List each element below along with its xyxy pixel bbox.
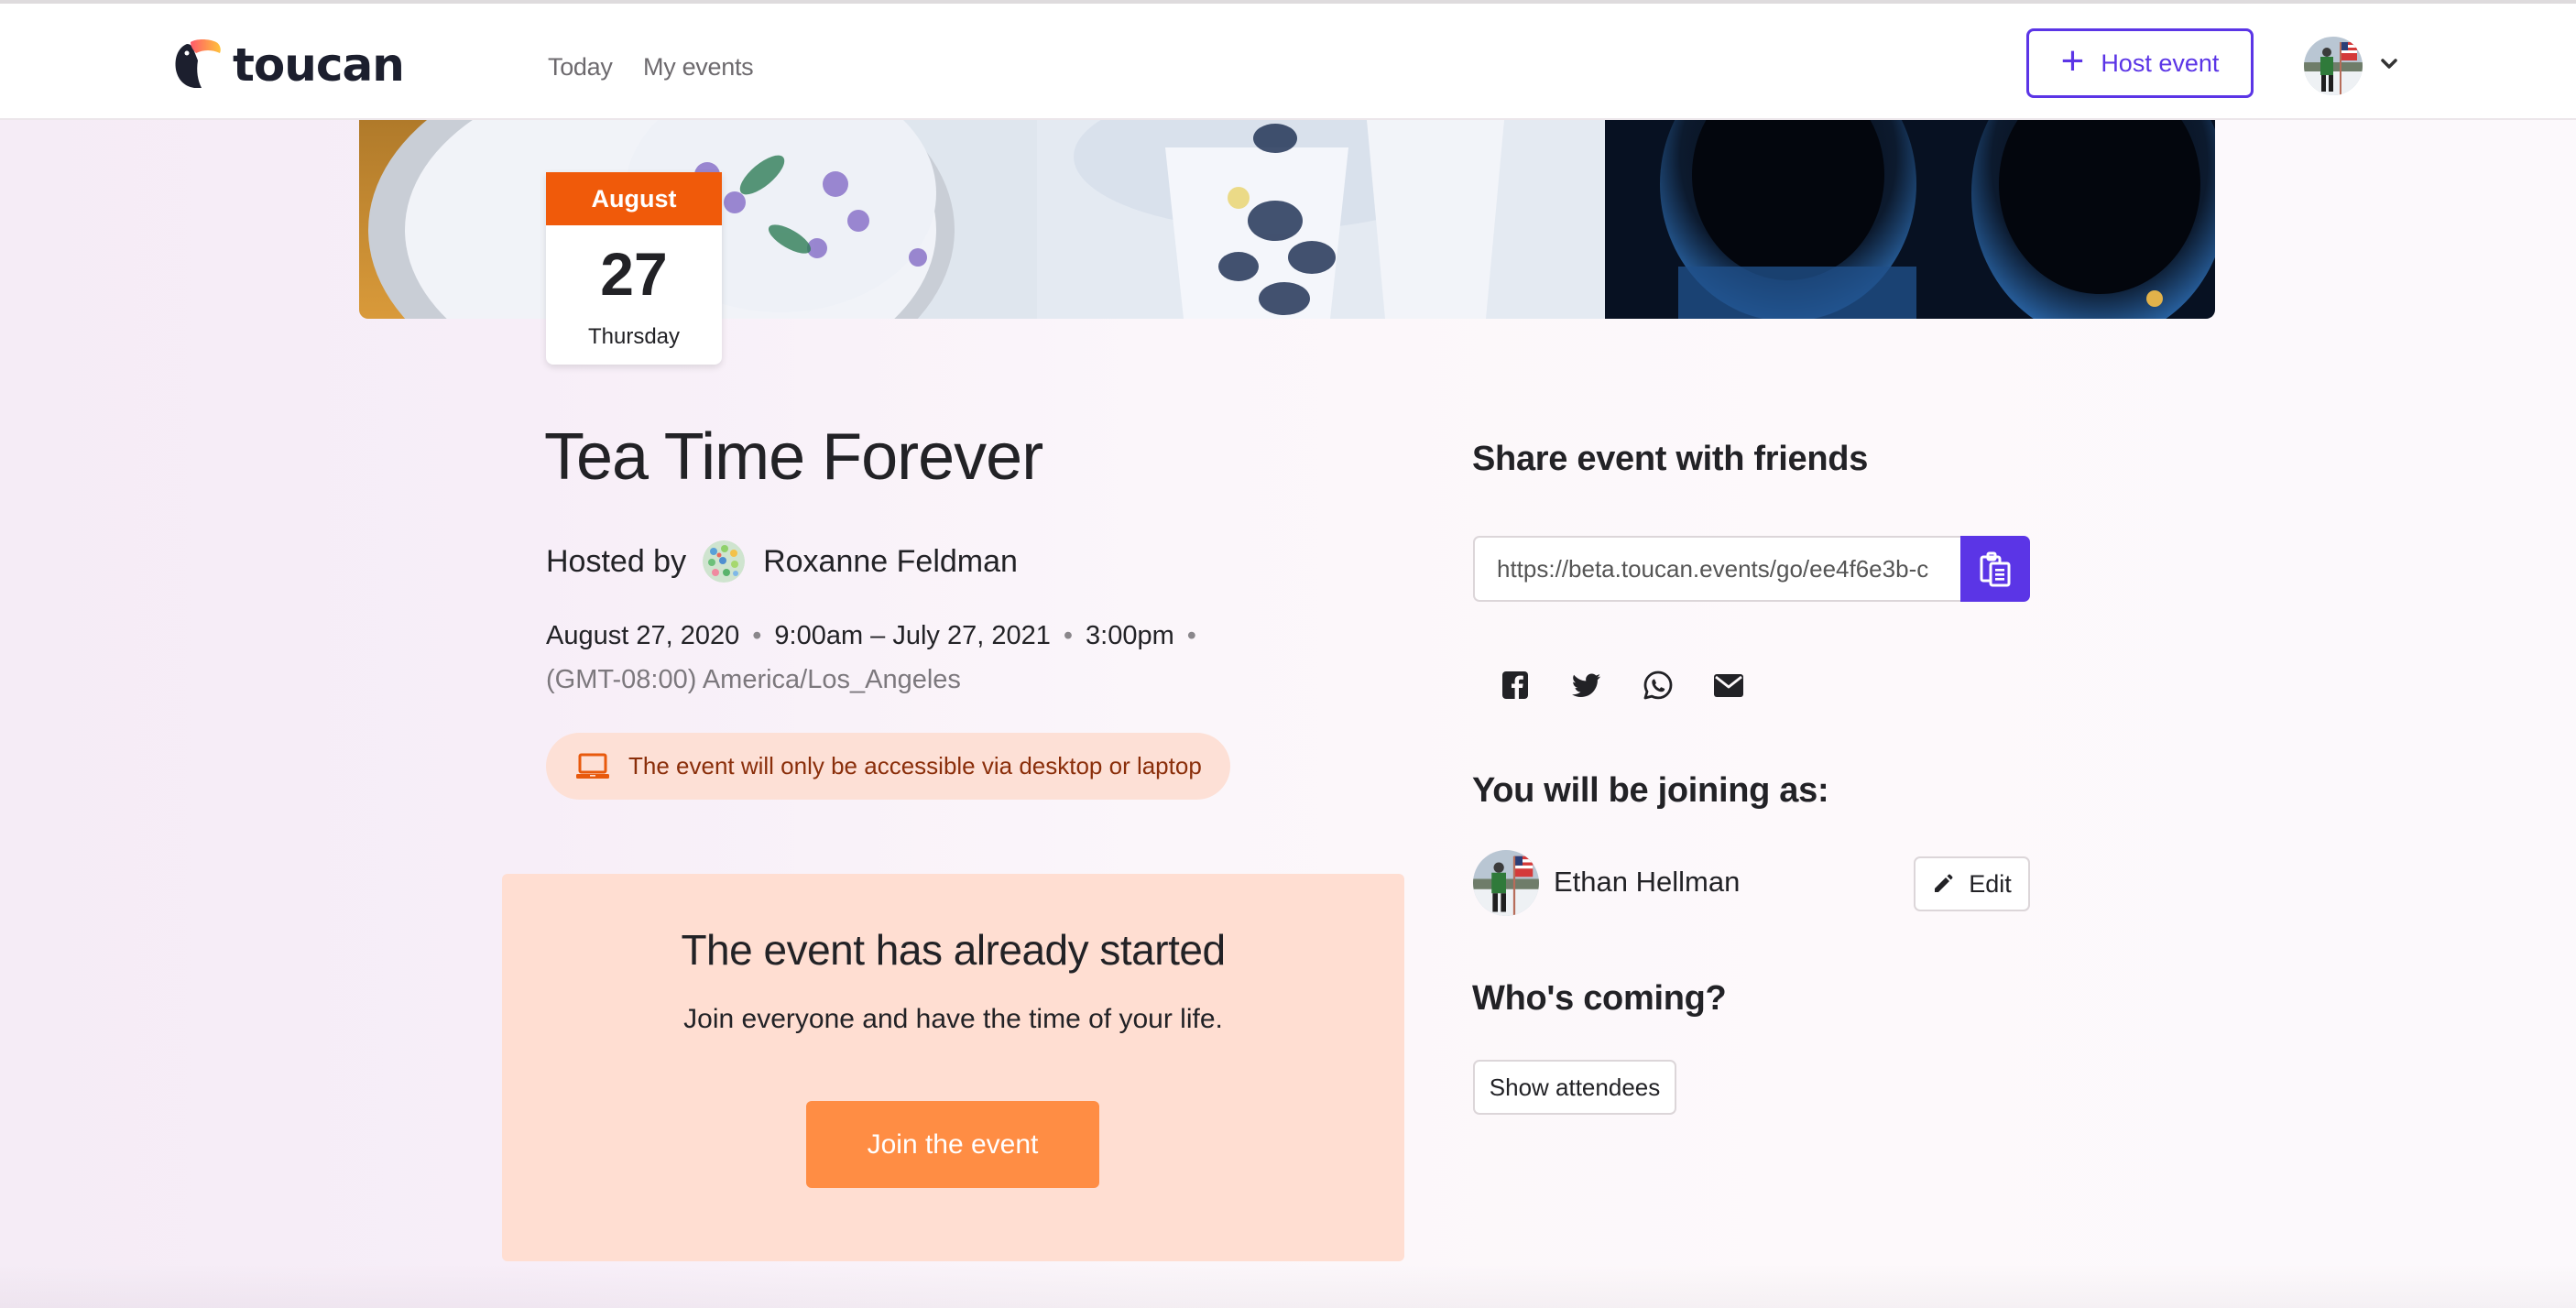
nav-today[interactable]: Today (548, 53, 613, 82)
separator-dot: • (752, 621, 762, 650)
hosted-by: Hosted by Roxanne Feldman (546, 540, 1018, 583)
joining-avatar (1473, 850, 1539, 916)
event-schedule: August 27, 2020 • 9:00am – July 27, 2021 • 3… (546, 621, 1209, 651)
attendees-heading: Who's coming? (1472, 979, 1727, 1018)
toucan-logo[interactable]: toucan (174, 38, 435, 92)
device-notice-text: The event will only be accessible via de… (628, 752, 1202, 779)
share-heading: Share event with friends (1472, 440, 1869, 478)
date-month: August (546, 172, 722, 225)
toucan-logo-icon: toucan (175, 38, 405, 92)
separator-dot: • (1063, 621, 1074, 650)
schedule-start-date: August 27, 2020 (546, 621, 740, 650)
event-title: Tea Time Forever (544, 420, 1043, 494)
edit-label: Edit (1969, 869, 2012, 898)
show-attendees-button[interactable]: Show attendees (1473, 1060, 1676, 1115)
join-event-button[interactable]: Join the event (806, 1101, 1099, 1188)
host-name[interactable]: Roxanne Feldman (763, 544, 1018, 580)
clipboard-icon (1980, 551, 2011, 587)
nav-my-events[interactable]: My events (643, 53, 754, 82)
schedule-time-range: 9:00am – July 27, 2021 (774, 621, 1051, 650)
joining-heading: You will be joining as: (1472, 771, 1829, 810)
facebook-icon[interactable] (1501, 670, 1532, 701)
email-icon[interactable] (1713, 670, 1744, 701)
schedule-end-time: 3:00pm (1086, 621, 1174, 650)
status-message: Join everyone and have the time of your … (683, 1004, 1223, 1034)
copy-link-button[interactable] (1960, 536, 2030, 602)
pencil-icon (1935, 874, 1953, 892)
date-weekday: Thursday (587, 324, 681, 349)
svg-text:toucan: toucan (233, 38, 404, 88)
schedule-timezone: (GMT-08:00) America/Los_Angeles (546, 665, 961, 694)
user-avatar[interactable] (2304, 37, 2363, 95)
joining-name: Ethan Hellman (1554, 866, 1741, 898)
share-link-row (1473, 536, 2030, 602)
share-url-input[interactable] (1473, 536, 1960, 602)
host-event-label: Host event (2101, 49, 2220, 77)
plus-icon: + (2060, 38, 2085, 83)
edit-profile-button[interactable]: Edit (1914, 856, 2030, 911)
hosted-by-label: Hosted by (546, 543, 687, 579)
twitter-icon[interactable] (1571, 670, 1602, 701)
whatsapp-icon[interactable] (1643, 670, 1674, 701)
top-nav-bar: toucan Today My events + Host event (0, 4, 2576, 120)
user-photo (2304, 37, 2363, 95)
chevron-down-icon[interactable] (2376, 51, 2402, 77)
laptop-icon (576, 753, 609, 779)
event-date-card: August 27 Thursday (546, 172, 722, 365)
separator-dot: • (1186, 621, 1196, 650)
date-day: 27 (600, 240, 668, 308)
host-avatar[interactable] (703, 540, 746, 583)
status-heading: The event has already started (681, 926, 1226, 974)
device-notice: The event will only be accessible via de… (546, 733, 1230, 800)
page-bottom-shade (0, 1264, 2576, 1308)
host-event-button[interactable]: + Host event (2026, 28, 2254, 98)
event-status-box: The event has already started Join every… (502, 874, 1404, 1261)
